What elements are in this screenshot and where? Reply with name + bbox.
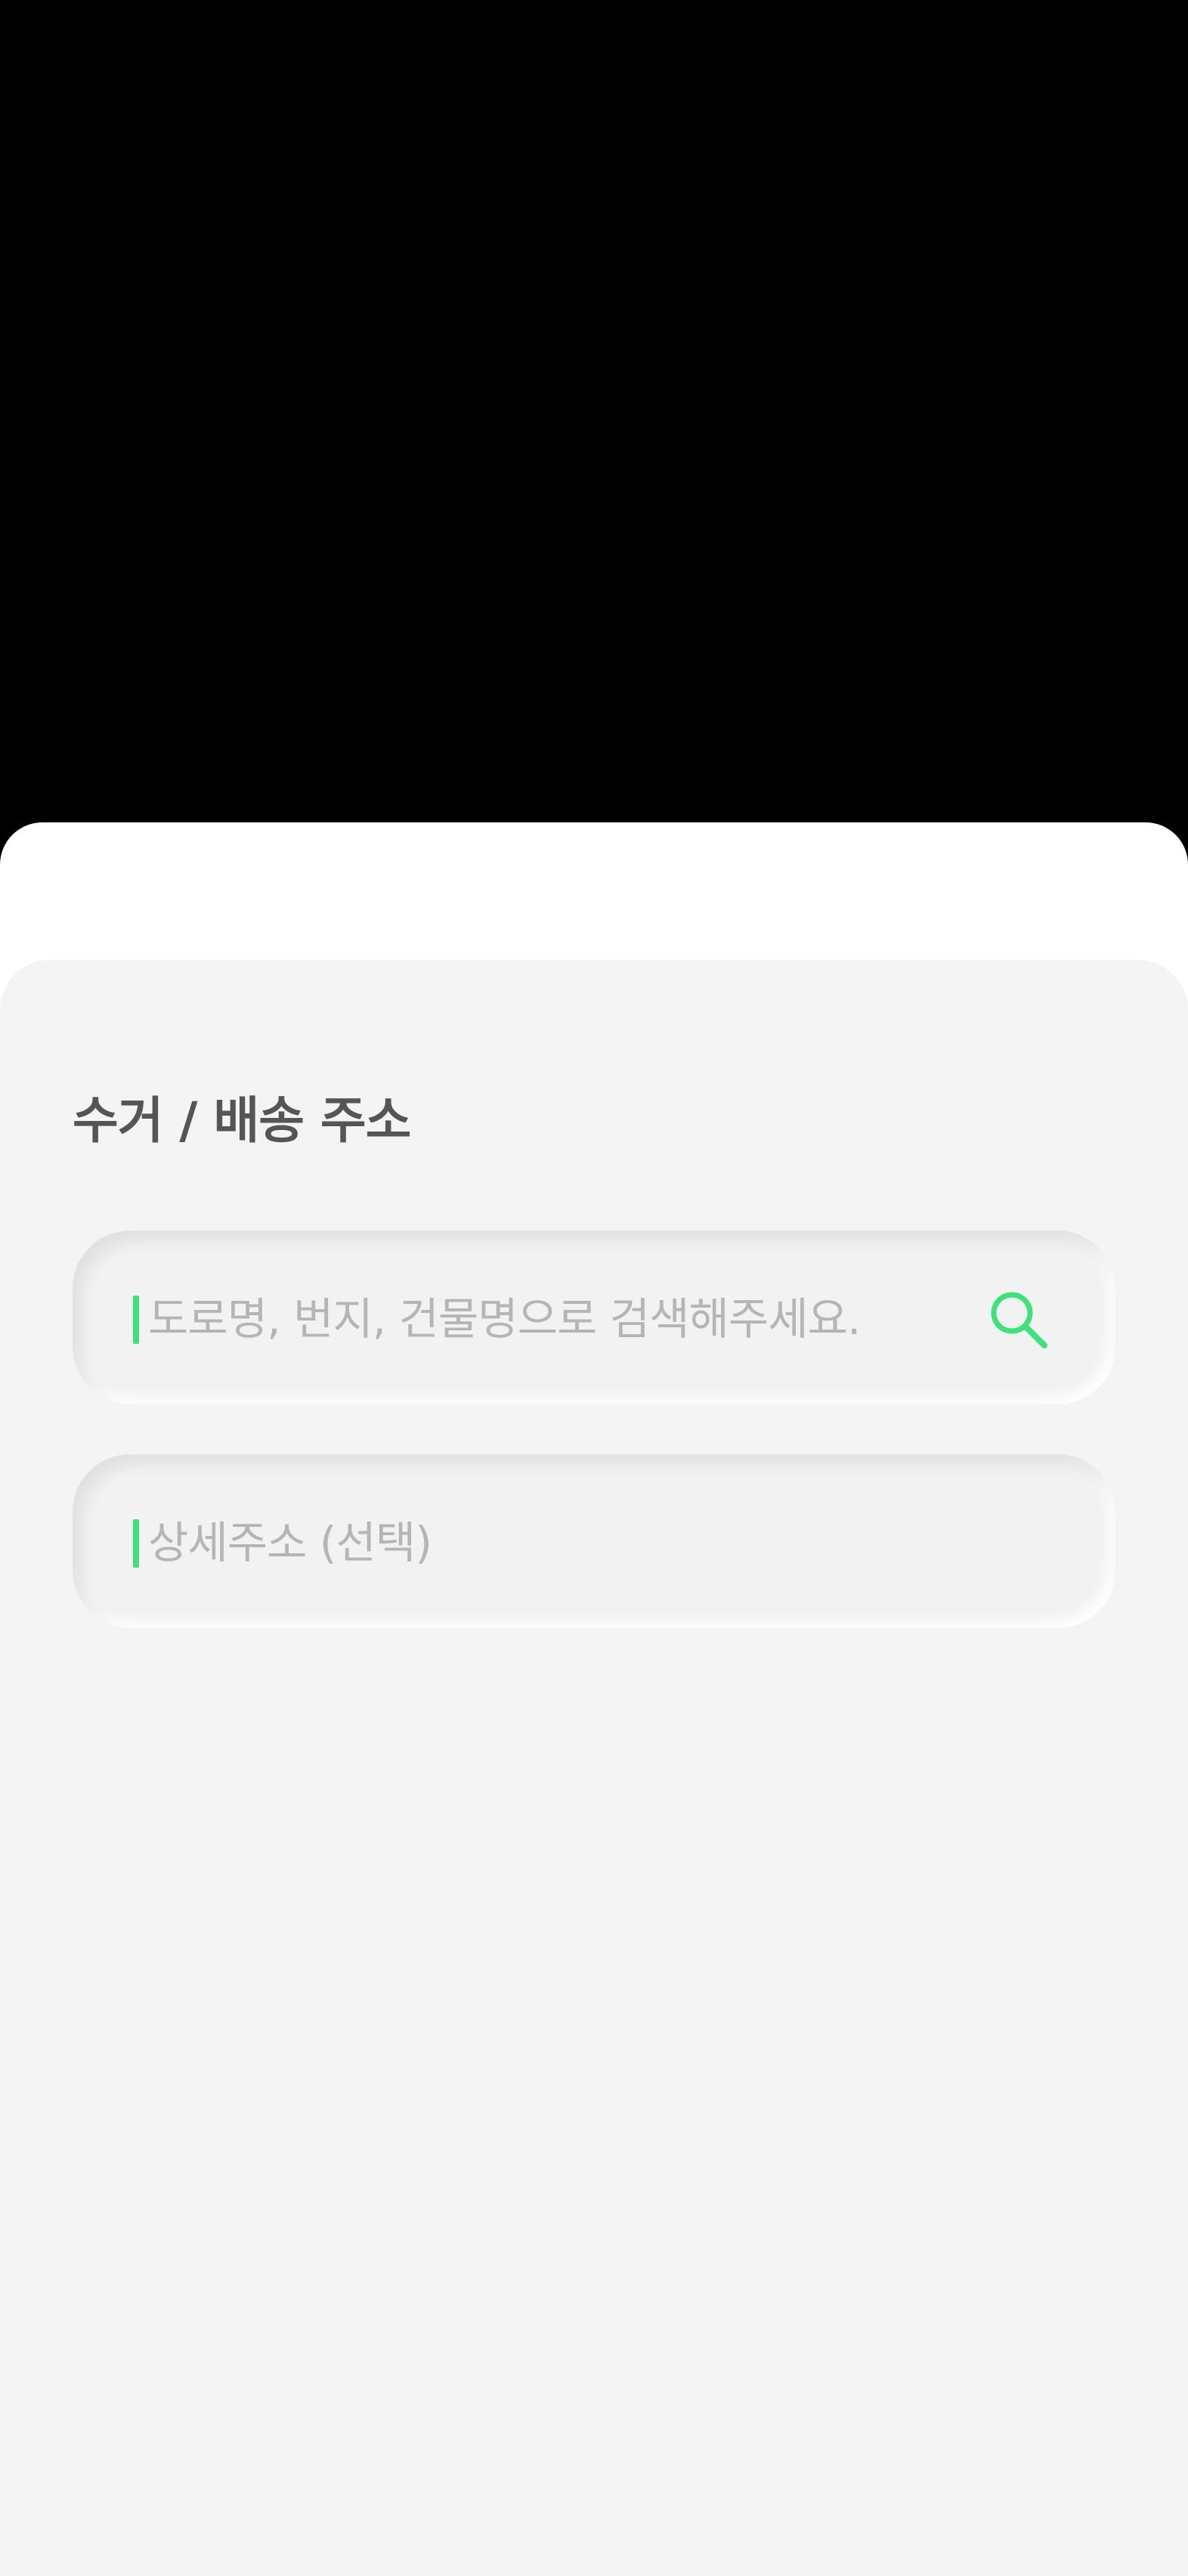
text-cursor	[133, 1519, 139, 1568]
address-search-placeholder: 도로명, 번지, 건물명으로 검색해주세요.	[148, 1293, 861, 1345]
address-panel	[0, 960, 1188, 2576]
search-icon[interactable]	[987, 1288, 1050, 1351]
dark-backdrop	[0, 0, 1188, 862]
address-search-input[interactable]: 도로명, 번지, 건물명으로 검색해주세요.	[73, 1231, 1115, 1404]
detail-address-placeholder: 상세주소 (선택)	[148, 1517, 432, 1568]
address-section-title: 수거 / 배송 주소	[73, 1091, 411, 1150]
text-cursor	[133, 1296, 139, 1344]
detail-address-input[interactable]: 상세주소 (선택)	[73, 1454, 1115, 1628]
screen: 수거 / 배송 주소 도로명, 번지, 건물명으로 검색해주세요. 상세주소 (…	[0, 0, 1188, 2576]
